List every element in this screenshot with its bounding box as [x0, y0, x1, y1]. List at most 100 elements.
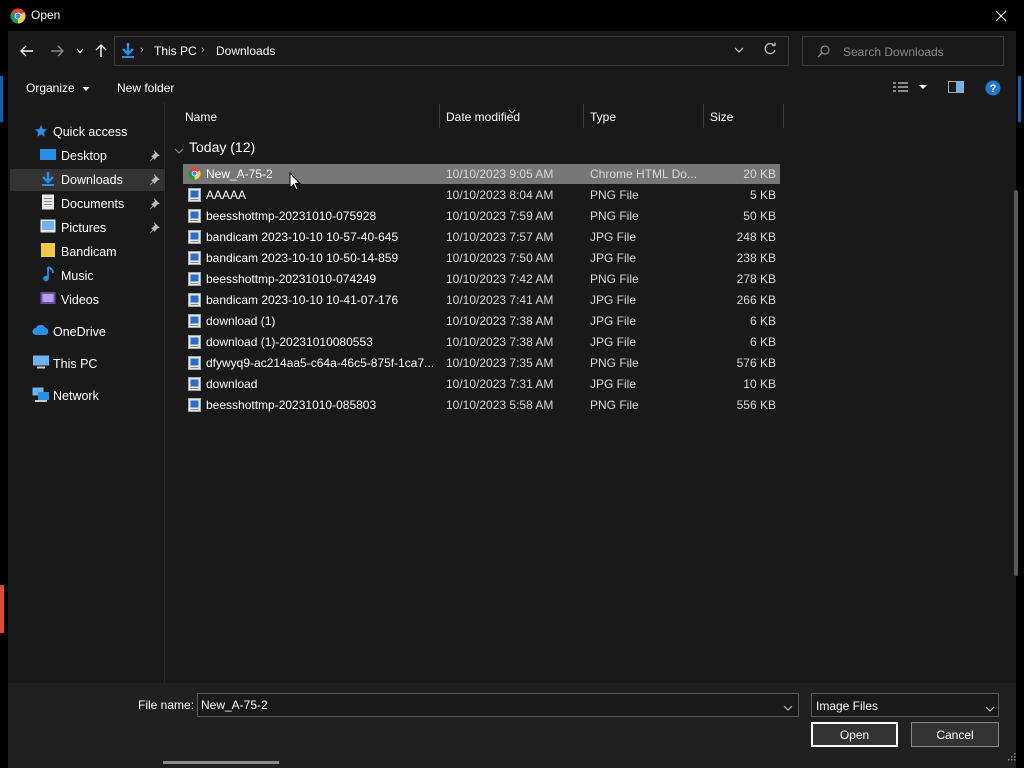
recent-locations-button[interactable]	[70, 40, 90, 62]
refresh-button[interactable]	[763, 42, 777, 59]
chevron-down-icon[interactable]	[174, 144, 184, 158]
resize-grip-icon[interactable]	[1006, 750, 1016, 764]
column-header-name[interactable]: Name	[185, 110, 217, 138]
nav-this-pc[interactable]: This PC	[10, 353, 165, 375]
nav-item-label: OneDrive	[53, 325, 106, 339]
image-file-icon	[188, 209, 201, 223]
up-button[interactable]	[89, 40, 113, 62]
window-edge-left	[0, 31, 8, 768]
file-name: bandicam 2023-10-10 10-57-40-645	[206, 230, 399, 244]
column-header-size[interactable]: Size	[710, 110, 733, 138]
file-row[interactable]: beesshottmp-20231010-075928 10/10/2023 7:…	[183, 206, 780, 226]
help-button[interactable]: ?	[985, 80, 1001, 99]
file-type: JPG File	[590, 251, 637, 265]
file-name: AAAAA	[206, 188, 247, 202]
breadcrumb-downloads[interactable]: Downloads	[216, 44, 275, 58]
file-size: 248 KB	[736, 230, 776, 244]
nav-videos[interactable]: Videos	[10, 289, 165, 311]
nav-quick-access[interactable]: Quick access	[10, 121, 165, 143]
file-row[interactable]: beesshottmp-20231010-074249 10/10/2023 7:…	[183, 269, 780, 289]
file-row[interactable]: dfywyq9-ac214aa5-c64a-46c5-875f-1ca7... 1…	[183, 353, 780, 373]
file-row[interactable]: beesshottmp-20231010-085803 10/10/2023 5:…	[183, 395, 780, 415]
file-type: PNG File	[590, 398, 639, 412]
nav-item-label: Pictures	[61, 221, 107, 235]
file-row[interactable]: bandicam 2023-10-10 10-57-40-645 10/10/20…	[183, 227, 780, 247]
nav-item-label: Videos	[61, 293, 99, 307]
file-date-modified: 10/10/2023 7:50 AM	[446, 251, 554, 265]
star-icon	[34, 124, 52, 140]
view-options-button[interactable]	[893, 80, 929, 97]
cloud-icon	[32, 324, 50, 340]
address-history-dropdown[interactable]	[734, 43, 744, 60]
column-divider[interactable]	[703, 104, 704, 128]
file-size: 20 KB	[743, 167, 776, 181]
file-size: 556 KB	[736, 398, 776, 412]
open-button[interactable]: Open	[811, 722, 898, 747]
address-bar[interactable]: › This PC › Downloads	[114, 36, 789, 66]
nav-item-label: Network	[53, 389, 99, 403]
nav-downloads[interactable]: Downloads	[10, 169, 165, 191]
nav-item-label: This PC	[53, 357, 98, 371]
file-date-modified: 10/10/2023 7:42 AM	[446, 272, 554, 286]
column-divider[interactable]	[583, 104, 584, 128]
computer-icon	[32, 355, 50, 371]
close-icon	[995, 10, 1007, 21]
filename-history-dropdown[interactable]	[783, 701, 793, 715]
nav-item-label: Desktop	[61, 149, 107, 163]
organize-button[interactable]: Organize	[26, 81, 90, 95]
filename-input[interactable]	[197, 693, 799, 717]
image-file-icon	[188, 272, 201, 286]
nav-item-label: Music	[61, 269, 94, 283]
network-icon	[32, 387, 50, 403]
file-size: 6 KB	[749, 314, 776, 328]
file-type: JPG File	[590, 230, 637, 244]
nav-desktop[interactable]: Desktop	[10, 145, 165, 167]
folder-icon	[41, 242, 59, 258]
nav-pictures[interactable]: Pictures	[10, 217, 165, 239]
breadcrumb-this-pc[interactable]: This PC	[154, 44, 197, 58]
file-date-modified: 10/10/2023 9:05 AM	[446, 167, 554, 181]
file-type-filter-select[interactable]: Image Files	[811, 693, 999, 717]
chevron-down-icon	[783, 705, 793, 711]
download-arrow-icon	[40, 171, 58, 187]
close-button[interactable]	[978, 0, 1024, 31]
column-divider[interactable]	[783, 104, 784, 128]
nav-documents[interactable]: Documents	[10, 193, 165, 215]
column-divider[interactable]	[439, 104, 440, 128]
group-header-today[interactable]: Today (12)	[189, 139, 255, 155]
file-type: JPG File	[590, 314, 637, 328]
back-button[interactable]	[15, 40, 39, 62]
new-folder-button[interactable]: New folder	[117, 81, 174, 95]
column-header-type[interactable]: Type	[590, 110, 616, 138]
file-row[interactable]: AAAAA 10/10/2023 8:04 AM PNG File 5 KB	[183, 185, 780, 205]
search-icon	[817, 45, 830, 61]
nav-onedrive[interactable]: OneDrive	[10, 321, 165, 343]
file-row[interactable]: download (1) 10/10/2023 7:38 AM JPG File 6 …	[183, 311, 780, 331]
file-row[interactable]: download (1)-20231010080553 10/10/2023 7:…	[183, 332, 780, 352]
nav-network[interactable]: Network	[10, 385, 165, 407]
image-file-icon	[188, 230, 201, 244]
horizontal-scrollbar[interactable]	[163, 761, 279, 764]
filename-label: File name:	[138, 698, 195, 712]
preview-pane-button[interactable]	[948, 80, 964, 97]
nav-bandicam[interactable]: Bandicam	[10, 241, 165, 263]
file-row[interactable]: bandicam 2023-10-10 10-41-07-176 10/10/20…	[183, 290, 780, 310]
arrow-up-icon	[95, 44, 107, 57]
file-type: PNG File	[590, 272, 639, 286]
desktop-icon	[40, 148, 58, 164]
file-row[interactable]: bandicam 2023-10-10 10-50-14-859 10/10/20…	[183, 248, 780, 268]
refresh-icon	[764, 42, 776, 55]
cancel-button[interactable]: Cancel	[911, 722, 999, 747]
nav-item-label: Downloads	[61, 173, 123, 187]
vertical-scrollbar[interactable]	[1014, 190, 1018, 576]
title-bar: Open	[0, 0, 1024, 31]
file-type: JPG File	[590, 335, 637, 349]
pin-icon	[150, 150, 160, 164]
forward-button[interactable]	[45, 40, 69, 62]
file-date-modified: 10/10/2023 7:35 AM	[446, 356, 554, 370]
arrow-left-icon	[20, 45, 33, 57]
search-input[interactable]: Search Downloads	[802, 36, 1004, 66]
file-row[interactable]: download 10/10/2023 7:31 AM JPG File 10 KB	[183, 374, 780, 394]
nav-music[interactable]: Music	[10, 265, 165, 287]
file-row[interactable]: New_A-75-2 10/10/2023 9:05 AM Chrome HTML …	[183, 164, 780, 184]
